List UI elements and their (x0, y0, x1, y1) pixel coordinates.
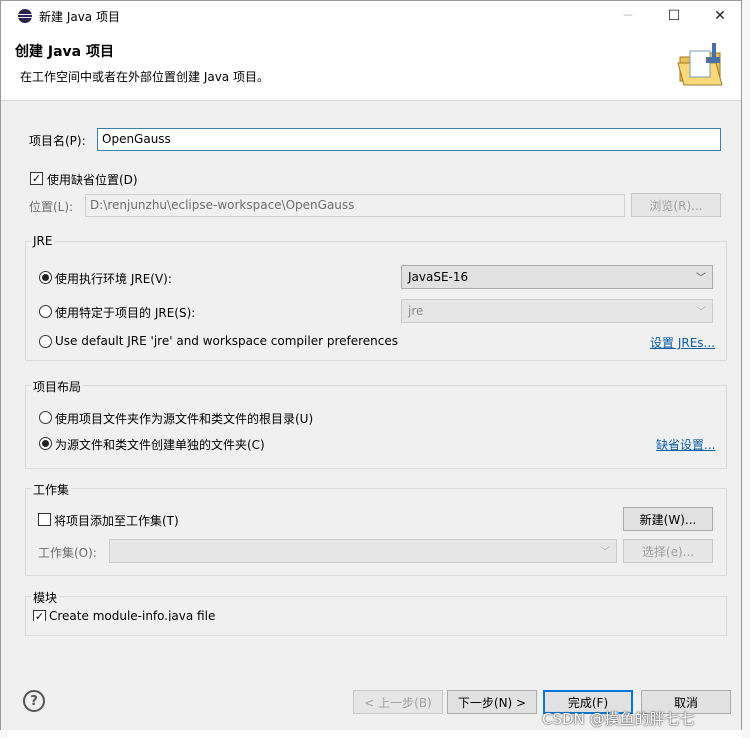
next-button[interactable]: 下一步(N) > (447, 690, 537, 714)
project-layout-group-label: 项目布局 (31, 378, 84, 395)
layout-root-radio[interactable] (39, 411, 52, 424)
maximize-icon: ☐ (667, 8, 681, 24)
add-to-working-sets-label: 将项目添加至工作集(T) (54, 514, 179, 528)
dropdown-arrow-icon: ﹀ (600, 547, 610, 558)
wizard-message: 在工作空间中或者在外部位置创建 Java 项目。 (20, 70, 269, 84)
layout-separate-label: 为源文件和类文件创建单独的文件夹(C) (55, 438, 265, 452)
project-jre-value: jre (408, 304, 424, 318)
create-module-info-checkbox[interactable]: ✓ (33, 610, 46, 621)
background-ide-right-strip (742, 0, 750, 738)
jre-project-specific-label: 使用特定于项目的 JRE(S): (55, 306, 196, 320)
project-name-input[interactable]: OpenGauss (97, 128, 721, 151)
jre-group-label: JRE (31, 234, 55, 248)
title-bar: 新建 Java 项目 ─ ☐ ✕ (1, 1, 741, 31)
new-working-set-button[interactable]: 新建(W)... (623, 507, 713, 531)
working-sets-dropdown[interactable]: ﹀ (109, 539, 617, 563)
project-name-label: 项目名(P): (29, 134, 86, 148)
maximize-button[interactable]: ☐ (651, 1, 697, 31)
minimize-icon: ─ (623, 8, 633, 24)
layout-separate-radio[interactable] (39, 437, 52, 450)
help-icon[interactable]: ? (23, 690, 45, 712)
location-label: 位置(L): (29, 200, 74, 214)
checkmark-icon: ✓ (34, 610, 45, 621)
jre-execution-env-radio[interactable] (39, 271, 52, 284)
browse-button[interactable]: 浏览(R)... (631, 193, 721, 217)
jre-project-specific-radio[interactable] (39, 305, 52, 318)
eclipse-app-icon (18, 9, 32, 23)
working-sets-group-label: 工作集 (31, 481, 72, 498)
dropdown-arrow-icon: ﹀ (696, 273, 706, 284)
execution-env-dropdown[interactable]: JavaSE-16 ﹀ (401, 265, 713, 289)
project-jre-dropdown[interactable]: jre ﹀ (401, 299, 713, 323)
layout-root-label: 使用项目文件夹作为源文件和类文件的根目录(U) (55, 412, 314, 426)
default-layout-link[interactable]: 缺省设置... (656, 436, 715, 453)
project-layout-group (25, 385, 727, 469)
execution-env-value: JavaSE-16 (408, 270, 469, 284)
close-button[interactable]: ✕ (697, 1, 743, 31)
new-java-project-wizard-icon (677, 43, 723, 86)
module-clip: ✓ Create module-info.java file (25, 607, 727, 621)
checkmark-icon: ✓ (31, 172, 42, 185)
jre-default-radio[interactable] (39, 335, 52, 348)
window-title: 新建 Java 项目 (39, 10, 120, 24)
configure-jres-link[interactable]: 设置 JREs... (650, 334, 715, 351)
create-module-info-label: Create module-info.java file (49, 609, 216, 621)
add-to-working-sets-checkbox[interactable] (38, 513, 51, 526)
csdn-watermark: CSDN @摸鱼的胖七七 (542, 710, 695, 728)
use-default-location-label: 使用缺省位置(D) (47, 173, 138, 187)
select-working-set-button[interactable]: 选择(e)... (623, 539, 713, 563)
working-sets-label: 工作集(O): (38, 546, 97, 560)
wizard-title: 创建 Java 项目 (15, 44, 114, 60)
jre-execution-env-label: 使用执行环境 JRE(V): (55, 272, 172, 286)
wizard-header: 创建 Java 项目 在工作空间中或者在外部位置创建 Java 项目。 (1, 31, 741, 101)
location-input[interactable]: D:\renjunzhu\eclipse-workspace\OpenGauss (85, 194, 625, 217)
minimize-button[interactable]: ─ (605, 1, 651, 31)
close-icon: ✕ (714, 8, 726, 24)
new-java-project-dialog: 新建 Java 项目 ─ ☐ ✕ 创建 Java 项目 在工作空间中或者在外部位… (0, 0, 742, 730)
dropdown-arrow-icon: ﹀ (696, 307, 706, 318)
jre-default-label: Use default JRE 'jre' and workspace comp… (55, 334, 399, 348)
use-default-location-checkbox[interactable]: ✓ (30, 172, 43, 185)
back-button[interactable]: < 上一步(B) (353, 690, 443, 714)
module-group-label: 模块 (31, 589, 60, 606)
